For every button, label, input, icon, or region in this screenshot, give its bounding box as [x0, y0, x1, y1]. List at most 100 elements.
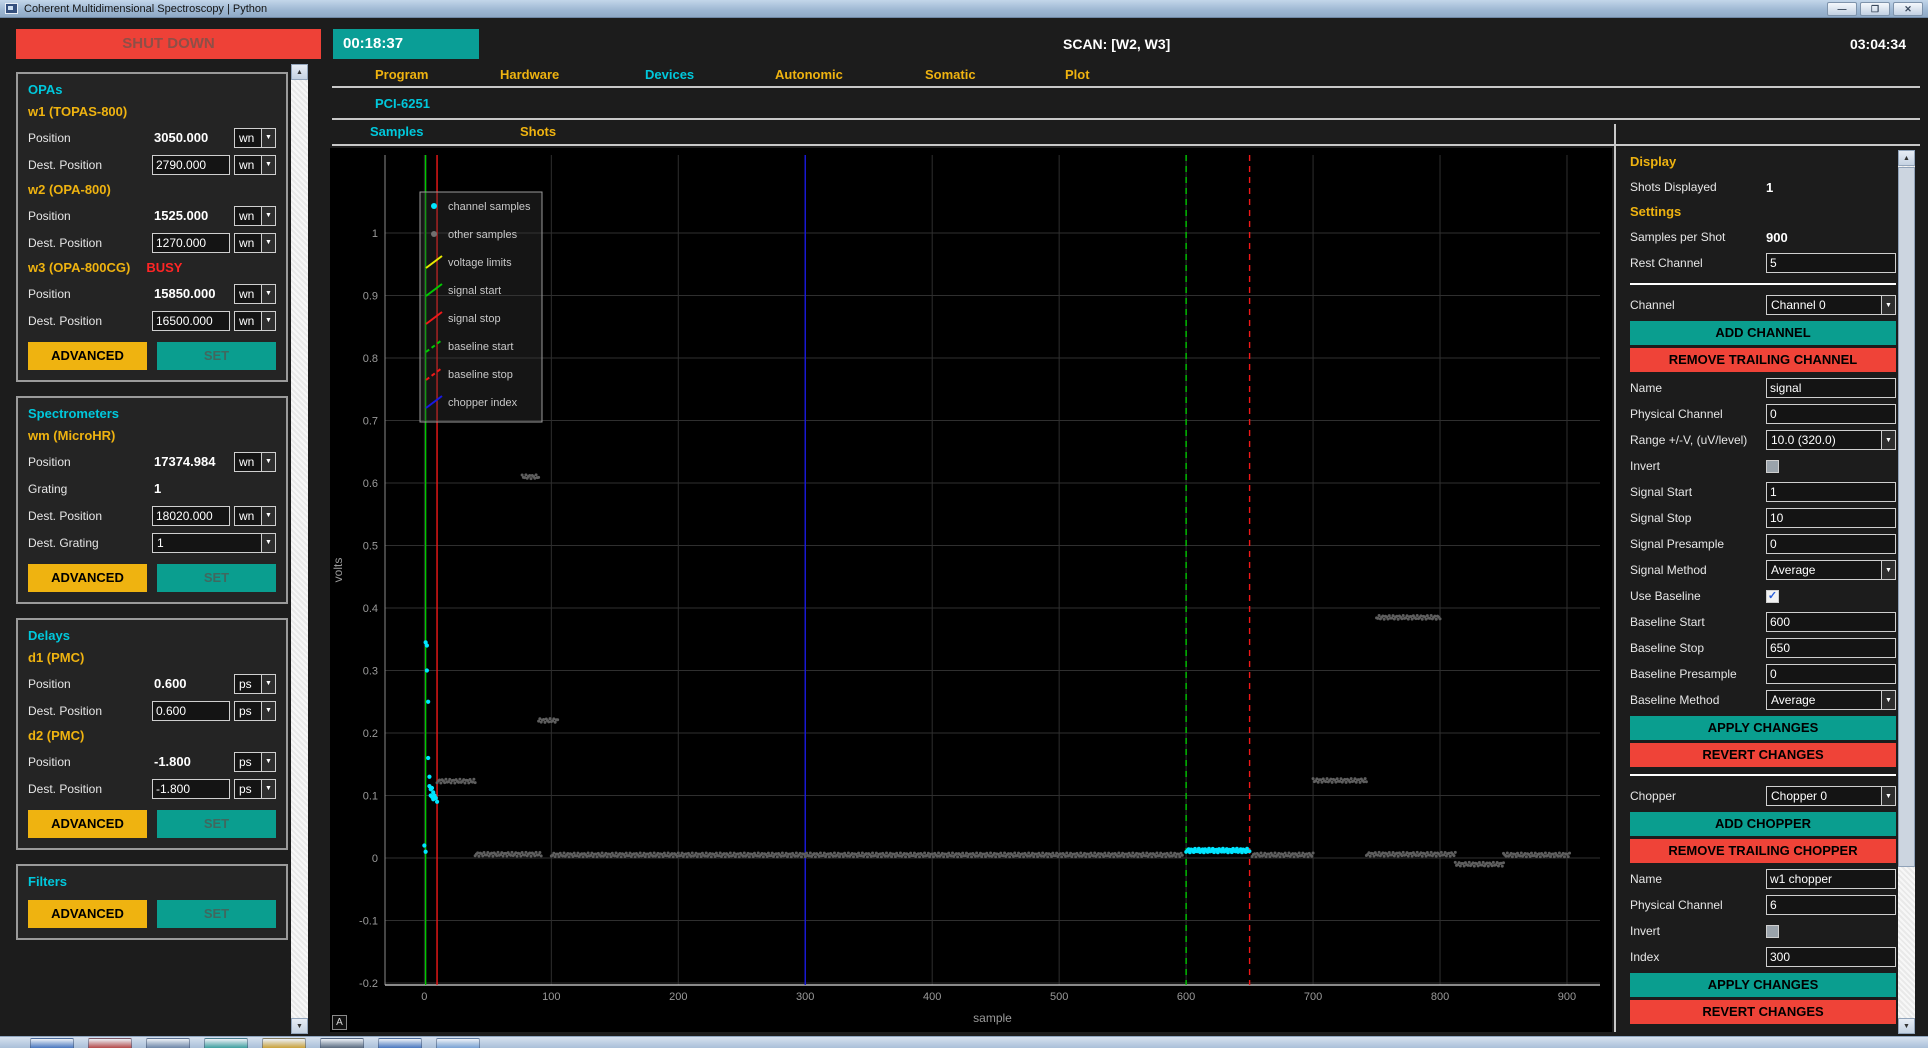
- setting-input-name[interactable]: [1766, 378, 1896, 398]
- set-button[interactable]: SET: [157, 810, 276, 838]
- minimize-button[interactable]: —: [1827, 2, 1857, 16]
- field-input-dest-position[interactable]: [152, 311, 230, 331]
- remove-trailing-chopper-button[interactable]: REMOVE TRAILING CHOPPER: [1630, 839, 1896, 863]
- taskbar-app-4-icon[interactable]: [204, 1038, 248, 1048]
- advanced-button[interactable]: ADVANCED: [28, 564, 147, 592]
- setting-input-baseline-start[interactable]: [1766, 612, 1896, 632]
- taskbar-app-5-icon[interactable]: [262, 1038, 306, 1048]
- settings-scrollbar[interactable]: ▲ ▼: [1898, 150, 1915, 1034]
- taskbar-app-8-icon[interactable]: [436, 1038, 480, 1048]
- nav-item-somatic[interactable]: Somatic: [925, 64, 976, 86]
- taskbar-app-1-icon[interactable]: [30, 1038, 74, 1048]
- setting-input-physical-channel[interactable]: [1766, 895, 1896, 915]
- shutdown-button[interactable]: SHUT DOWN: [16, 29, 321, 59]
- unit-select[interactable]: wn▼: [234, 128, 276, 148]
- field-input-dest-position[interactable]: [152, 506, 230, 526]
- field-row-dest-position: Dest. Positionwn▼: [28, 307, 276, 334]
- taskbar-app-6-icon[interactable]: [320, 1038, 364, 1048]
- set-button[interactable]: SET: [157, 342, 276, 370]
- dropdown-chopper[interactable]: Chopper 0▼: [1766, 786, 1896, 806]
- unit-select[interactable]: ps▼: [234, 752, 276, 772]
- unit-select[interactable]: wn▼: [234, 155, 276, 175]
- unit-select[interactable]: ps▼: [234, 674, 276, 694]
- unit-select[interactable]: ps▼: [234, 779, 276, 799]
- dropdown-baseline-method[interactable]: Average▼: [1766, 690, 1896, 710]
- close-button[interactable]: ✕: [1893, 2, 1923, 16]
- field-label: Dest. Position: [28, 236, 152, 250]
- setting-input-signal-start[interactable]: [1766, 482, 1896, 502]
- checkbox-use-baseline[interactable]: ✓: [1766, 590, 1779, 603]
- setting-input-baseline-presample[interactable]: [1766, 664, 1896, 684]
- checkbox-invert[interactable]: [1766, 925, 1779, 938]
- dropdown-signal-method[interactable]: Average▼: [1766, 560, 1896, 580]
- svg-text:volts: volts: [331, 558, 345, 583]
- add-channel-button[interactable]: ADD CHANNEL: [1630, 321, 1896, 345]
- field-input-dest-position[interactable]: [152, 701, 230, 721]
- scroll-down-icon[interactable]: ▼: [291, 1018, 308, 1034]
- samples-plot[interactable]: 010020030040050060070080090010.90.80.70.…: [330, 148, 1612, 1032]
- set-button[interactable]: SET: [157, 564, 276, 592]
- add-chopper-button[interactable]: ADD CHOPPER: [1630, 812, 1896, 836]
- chevron-down-icon: ▼: [261, 753, 275, 771]
- taskbar-app-3-icon[interactable]: [146, 1038, 190, 1048]
- advanced-button[interactable]: ADVANCED: [28, 900, 147, 928]
- setting-row-baseline-stop: Baseline Stop: [1630, 635, 1896, 661]
- plot-canvas[interactable]: 010020030040050060070080090010.90.80.70.…: [330, 148, 1612, 1032]
- dropdown-channel[interactable]: Channel 0▼: [1766, 295, 1896, 315]
- nav-item-hardware[interactable]: Hardware: [500, 64, 559, 86]
- setting-row-signal-start: Signal Start: [1630, 479, 1896, 505]
- advanced-button[interactable]: ADVANCED: [28, 810, 147, 838]
- unit-select[interactable]: wn▼: [234, 206, 276, 226]
- scroll-up-icon[interactable]: ▲: [291, 64, 308, 80]
- setting-input-signal-presample[interactable]: [1766, 534, 1896, 554]
- tab-shots[interactable]: Shots: [520, 122, 556, 142]
- setting-input-physical-channel[interactable]: [1766, 404, 1896, 424]
- legend-label-channel-samples: channel samples: [448, 201, 531, 213]
- revert-changes-button[interactable]: REVERT CHANGES: [1630, 1000, 1896, 1024]
- field-input-dest-position[interactable]: [152, 233, 230, 253]
- checkbox-invert[interactable]: [1766, 460, 1779, 473]
- setting-input-index[interactable]: [1766, 947, 1896, 967]
- field-input-dest-position[interactable]: [152, 155, 230, 175]
- nav-item-plot[interactable]: Plot: [1065, 64, 1090, 86]
- nav-item-program[interactable]: Program: [375, 64, 428, 86]
- setting-input-rest-channel[interactable]: [1766, 253, 1896, 273]
- dropdown-dest-grating[interactable]: 1▼: [152, 533, 276, 553]
- setting-input-baseline-stop[interactable]: [1766, 638, 1896, 658]
- advanced-button[interactable]: ADVANCED: [28, 342, 147, 370]
- restore-button[interactable]: ❐: [1860, 2, 1890, 16]
- dropdown-range-v-uv-level[interactable]: 10.0 (320.0)▼: [1766, 430, 1896, 450]
- taskbar-app-2-icon[interactable]: [88, 1038, 132, 1048]
- scrollbar-thumb[interactable]: [1898, 167, 1915, 867]
- setting-input-name[interactable]: [1766, 869, 1896, 889]
- chevron-down-icon: ▼: [261, 285, 275, 303]
- plot-legend[interactable]: channel samplesother samplesvoltage limi…: [420, 192, 542, 422]
- apply-changes-button[interactable]: APPLY CHANGES: [1630, 716, 1896, 740]
- unit-select[interactable]: wn▼: [234, 284, 276, 304]
- sidebar-scrollbar[interactable]: ▲ ▼: [291, 64, 308, 1034]
- divider-line: [332, 86, 1920, 88]
- title-bar: Coherent Multidimensional Spectroscopy |…: [0, 0, 1928, 18]
- tab-samples[interactable]: Samples: [370, 122, 423, 142]
- dropdown-value: Channel 0: [1767, 298, 1881, 312]
- unit-select[interactable]: wn▼: [234, 233, 276, 253]
- scroll-up-icon[interactable]: ▲: [1898, 150, 1915, 166]
- tab-pci-6251[interactable]: PCI-6251: [375, 94, 430, 114]
- nav-item-devices[interactable]: Devices: [645, 64, 694, 86]
- field-label: Dest. Position: [28, 509, 152, 523]
- set-button[interactable]: SET: [157, 900, 276, 928]
- field-input-dest-position[interactable]: [152, 779, 230, 799]
- nav-item-autonomic[interactable]: Autonomic: [775, 64, 843, 86]
- unit-select[interactable]: wn▼: [234, 452, 276, 472]
- apply-changes-button[interactable]: APPLY CHANGES: [1630, 973, 1896, 997]
- unit-select[interactable]: wn▼: [234, 506, 276, 526]
- taskbar-app-7-icon[interactable]: [378, 1038, 422, 1048]
- revert-changes-button[interactable]: REVERT CHANGES: [1630, 743, 1896, 767]
- unit-select[interactable]: ps▼: [234, 701, 276, 721]
- svg-text:700: 700: [1304, 991, 1322, 1003]
- scroll-down-icon[interactable]: ▼: [1898, 1018, 1915, 1034]
- setting-input-signal-stop[interactable]: [1766, 508, 1896, 528]
- remove-trailing-channel-button[interactable]: REMOVE TRAILING CHANNEL: [1630, 348, 1896, 372]
- autoscale-button[interactable]: A: [332, 1015, 347, 1030]
- unit-select[interactable]: wn▼: [234, 311, 276, 331]
